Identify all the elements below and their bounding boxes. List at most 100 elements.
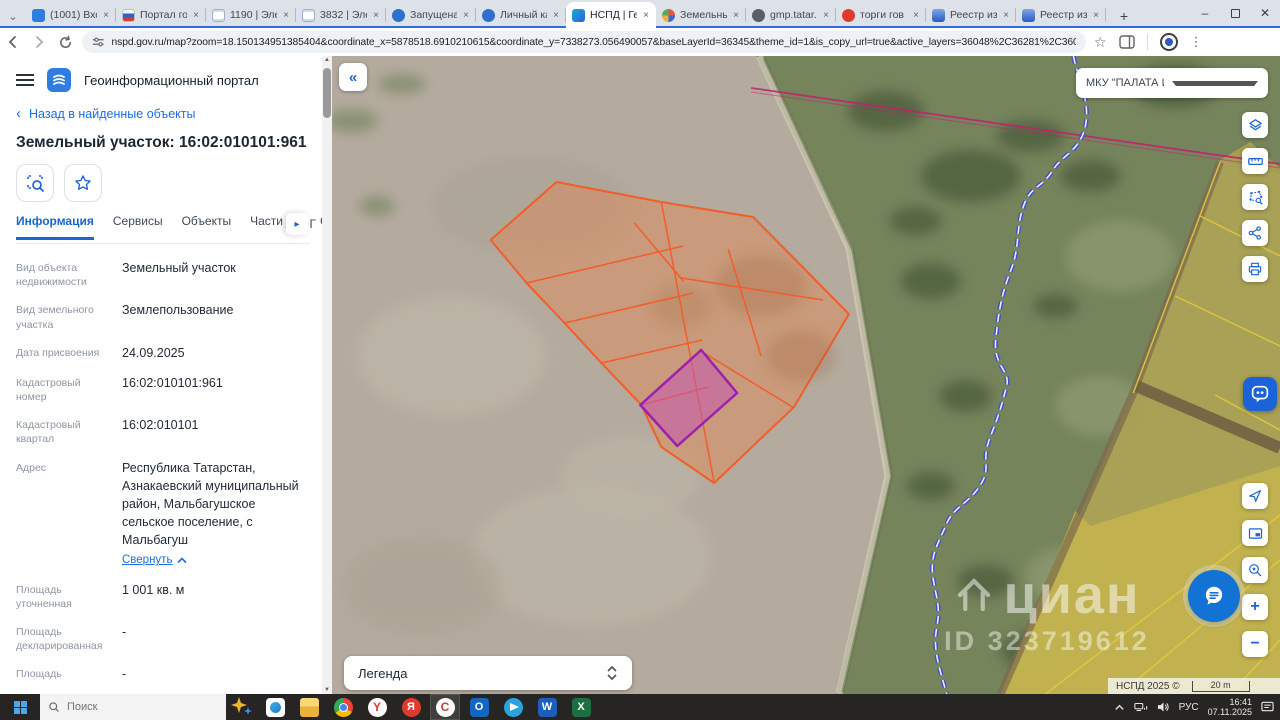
- close-window-button[interactable]: ✕: [1250, 0, 1280, 26]
- browser-tab[interactable]: Портал госу×: [116, 2, 206, 28]
- close-icon[interactable]: ×: [282, 10, 290, 21]
- measure-button[interactable]: [1242, 148, 1268, 174]
- browser-tab[interactable]: Реестр изв×: [1016, 2, 1106, 28]
- close-icon[interactable]: ×: [372, 10, 380, 21]
- start-button[interactable]: [0, 694, 40, 720]
- menu-hamburger-icon[interactable]: [16, 74, 34, 86]
- browser-tab[interactable]: торги гов р×: [836, 2, 926, 28]
- tab-information[interactable]: Информация: [16, 214, 94, 240]
- back-to-results-link[interactable]: ‹ Назад в найденные объекты: [16, 106, 310, 121]
- close-icon[interactable]: ×: [642, 10, 650, 21]
- close-icon[interactable]: ×: [1002, 10, 1010, 21]
- search-input[interactable]: [67, 701, 187, 713]
- locate-object-icon: [27, 175, 44, 192]
- app-excel[interactable]: X: [566, 694, 596, 720]
- profile-avatar[interactable]: [1159, 33, 1178, 51]
- reload-button[interactable]: [52, 29, 78, 55]
- close-icon[interactable]: ×: [732, 10, 740, 21]
- aerial-map[interactable]: [332, 56, 1280, 694]
- app-yandex-browser[interactable]: Y: [362, 694, 392, 720]
- app-chrome[interactable]: [328, 694, 358, 720]
- side-panel-icon[interactable]: [1118, 35, 1135, 49]
- coordinate-search-button[interactable]: [1242, 557, 1268, 583]
- new-tab-button[interactable]: +: [1112, 4, 1136, 28]
- close-icon[interactable]: ×: [912, 10, 920, 21]
- app-word[interactable]: W: [532, 694, 562, 720]
- geoportal-logo: [47, 68, 71, 92]
- minimap-button[interactable]: [1242, 520, 1268, 546]
- browser-tab[interactable]: Земельный×: [656, 2, 746, 28]
- browser-tab[interactable]: (1001) Вход×: [26, 2, 116, 28]
- tab-services[interactable]: Сервисы: [113, 214, 163, 237]
- locate-on-map-button[interactable]: [16, 164, 54, 202]
- reestr-icon: [1022, 8, 1035, 22]
- sidebar-collapse-button[interactable]: «: [339, 63, 367, 91]
- clock-date: 07.11.2025: [1207, 707, 1252, 717]
- zoom-out-button[interactable]: −: [1242, 631, 1268, 657]
- minimap-icon: [1248, 527, 1262, 539]
- area-select-button[interactable]: [1242, 184, 1268, 210]
- browser-tab[interactable]: Запущена н×: [386, 2, 476, 28]
- browser-tab[interactable]: 3832 | Элек×: [296, 2, 386, 28]
- layers-button[interactable]: [1242, 112, 1268, 138]
- tabs-scroll-right-button[interactable]: ▸: [286, 213, 308, 235]
- browser-menu-icon[interactable]: ⋮: [1190, 34, 1203, 50]
- browser-tab[interactable]: gmp.tatar.ru×: [746, 2, 836, 28]
- minimize-button[interactable]: –: [1190, 0, 1220, 26]
- close-icon[interactable]: ×: [462, 10, 470, 21]
- print-button[interactable]: [1242, 256, 1268, 282]
- tray-chevron-up-icon[interactable]: [1114, 703, 1125, 712]
- forward-button[interactable]: [26, 29, 52, 55]
- volume-icon[interactable]: [1157, 701, 1170, 713]
- browser-tab[interactable]: Личный каб×: [476, 2, 566, 28]
- field-row: Кадастровый квартал 16:02:010101: [16, 418, 199, 446]
- restore-button[interactable]: [1220, 0, 1250, 26]
- taskbar-search[interactable]: [40, 694, 226, 720]
- close-icon[interactable]: ×: [192, 10, 200, 21]
- notification-center-icon[interactable]: [1261, 701, 1274, 713]
- app-file-explorer[interactable]: [294, 694, 324, 720]
- scrollbar-thumb[interactable]: [323, 68, 331, 118]
- browser-tab[interactable]: Реестр изв×: [926, 2, 1016, 28]
- app-sferum[interactable]: [260, 694, 290, 720]
- app-yandex[interactable]: Я: [396, 694, 426, 720]
- share-button[interactable]: [1242, 220, 1268, 246]
- zoom-in-button[interactable]: +: [1242, 594, 1268, 620]
- scroll-down-icon[interactable]: ▼: [322, 687, 332, 693]
- chat-support-button[interactable]: [1188, 570, 1240, 622]
- app-telegram[interactable]: [498, 694, 528, 720]
- chat-bubble-icon: [1205, 586, 1223, 605]
- scroll-up-icon[interactable]: ▲: [322, 57, 332, 63]
- taskbar-clock[interactable]: 16:41 07.11.2025: [1208, 697, 1252, 718]
- browser-tab-active[interactable]: НСПД | Гео×: [566, 2, 656, 28]
- document-icon: [302, 8, 315, 22]
- favorite-button[interactable]: [64, 164, 102, 202]
- my-location-button[interactable]: [1242, 483, 1268, 509]
- close-icon[interactable]: ×: [552, 10, 560, 21]
- network-icon[interactable]: [1133, 701, 1148, 713]
- copilot-sparkle-icon[interactable]: [226, 694, 256, 720]
- collapse-address-link[interactable]: Свернуть: [122, 552, 188, 569]
- bookmark-star-icon[interactable]: ☆: [1094, 34, 1107, 51]
- app-active-c[interactable]: C: [430, 694, 460, 720]
- browser-toolbar: nspd.gov.ru/map?zoom=18.150134951385404&…: [0, 28, 1280, 56]
- close-icon[interactable]: ×: [822, 10, 830, 21]
- legend-bar[interactable]: Легенда: [344, 656, 632, 690]
- map-assistant-button[interactable]: [1243, 377, 1277, 411]
- layer-select-dropdown[interactable]: МКУ "ПАЛАТА ИЗО АЗНАКА...: [1076, 68, 1268, 98]
- russia-flag-icon: [122, 8, 135, 22]
- address-bar[interactable]: nspd.gov.ru/map?zoom=18.150134951385404&…: [82, 31, 1086, 53]
- tab-objects[interactable]: Объекты: [182, 214, 232, 237]
- map-canvas[interactable]: « МКУ "ПАЛАТА ИЗО АЗНАКА...: [332, 56, 1280, 694]
- back-button[interactable]: [0, 29, 26, 55]
- tab-search-button[interactable]: ⌄: [0, 4, 26, 28]
- close-icon[interactable]: ×: [1092, 10, 1100, 21]
- sidebar-scrollbar[interactable]: ▲ ▼: [322, 56, 332, 694]
- language-indicator[interactable]: РУС: [1179, 702, 1199, 713]
- windows-logo-icon: [13, 700, 27, 714]
- app-outlook[interactable]: O: [464, 694, 494, 720]
- browser-tab[interactable]: 1190 | Элек×: [206, 2, 296, 28]
- field-row: Площадь уточненная 1 001 кв. м: [16, 582, 185, 610]
- field-row: Дата присвоения 24.09.2025: [16, 345, 185, 360]
- close-icon[interactable]: ×: [102, 10, 110, 21]
